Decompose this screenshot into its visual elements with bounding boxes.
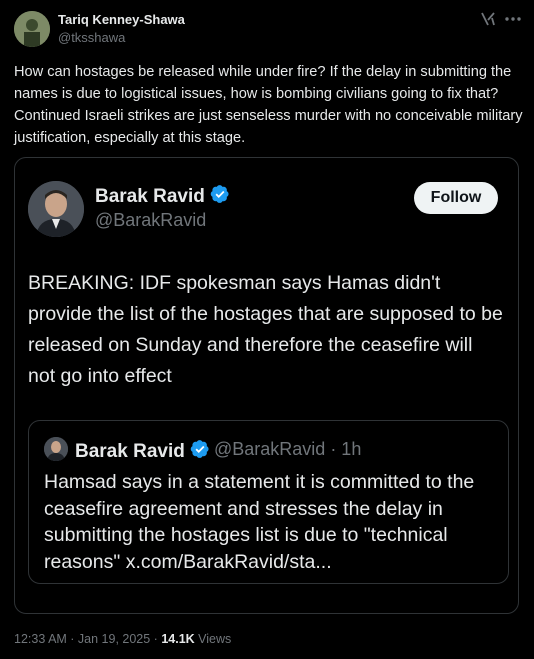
follow-button[interactable]: Follow (414, 182, 498, 214)
author-avatar[interactable] (14, 11, 50, 47)
views-label: Views (194, 632, 232, 646)
grok-icon[interactable] (479, 10, 497, 28)
more-icon[interactable] (503, 12, 523, 26)
author-handle[interactable]: @tksshawa (58, 30, 125, 45)
nested-handle-time[interactable]: @BarakRavid · 1h (214, 439, 361, 460)
tweet-meta: 12:33 AM · Jan 19, 2025 · 14.1K Views (14, 632, 231, 646)
views-count: 14.1K (161, 632, 195, 646)
author-name[interactable]: Tariq Kenney-Shawa (58, 12, 185, 27)
quoted-author-handle[interactable]: @BarakRavid (95, 210, 206, 231)
nested-author-avatar[interactable] (44, 437, 68, 461)
quoted-tweet-text: BREAKING: IDF spokesman says Hamas didn'… (28, 272, 503, 387)
quoted-author-avatar[interactable] (28, 181, 84, 237)
tweet-timestamp[interactable]: 12:33 AM · Jan 19, 2025 · (14, 632, 161, 646)
tweet-text: How can hostages be released while under… (14, 64, 523, 146)
verified-badge-icon (210, 184, 230, 210)
verified-badge-icon (190, 439, 210, 465)
nested-tweet-text: Hamsad says in a statement it is committ… (44, 471, 475, 573)
nested-author-name[interactable]: Barak Ravid (75, 439, 210, 465)
quoted-author-name[interactable]: Barak Ravid (95, 184, 230, 210)
